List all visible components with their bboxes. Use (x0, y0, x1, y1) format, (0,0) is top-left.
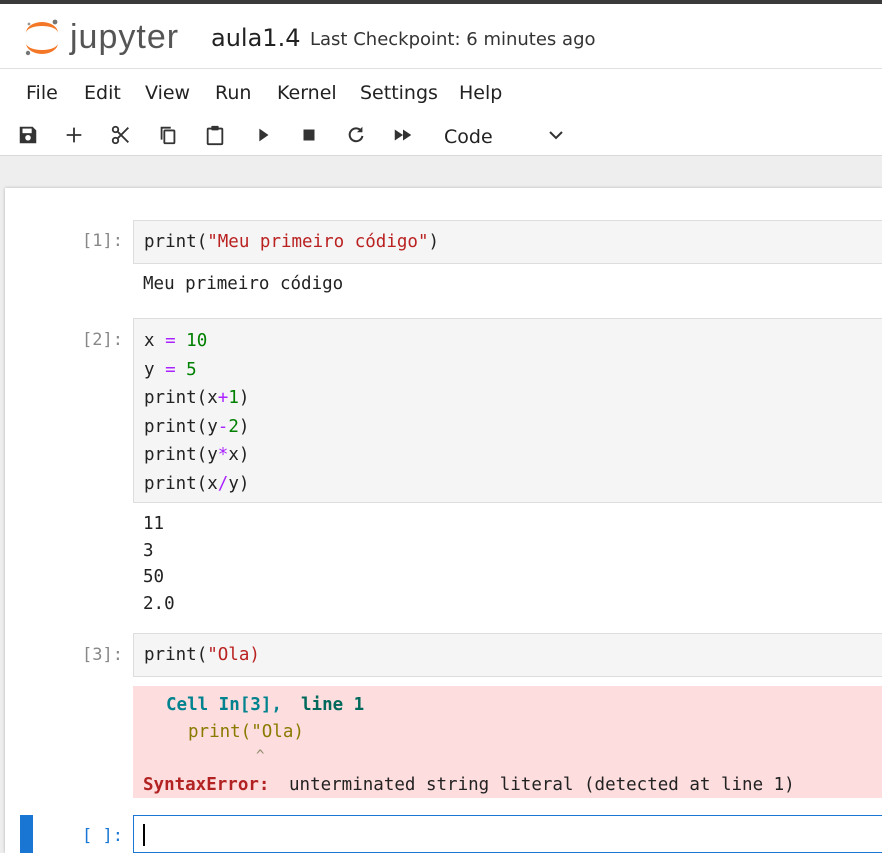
interrupt-button[interactable] (294, 120, 324, 150)
paste-button[interactable] (200, 120, 230, 150)
run-button[interactable] (248, 120, 278, 150)
run-icon (259, 128, 269, 142)
copy-button[interactable] (153, 120, 183, 150)
menu-view[interactable]: View (145, 82, 190, 104)
code-line: print(y-2) (144, 416, 250, 437)
error-name: SyntaxError: (143, 775, 270, 795)
code-string: "Ola) (207, 645, 260, 665)
traceback-source: print("Ola) (188, 722, 304, 742)
copy-icon (160, 126, 176, 145)
active-cell-indicator (20, 815, 33, 853)
menu-file[interactable]: File (26, 82, 58, 104)
cell-3-error-output: Cell In[3], line 1 print("Ola) ^ SyntaxE… (133, 686, 882, 798)
cell-type-label: Code (444, 126, 493, 148)
fast-forward-icon (394, 129, 412, 141)
traceback-caret: ^ (256, 748, 265, 764)
cell-1-output: Meu primeiro código (143, 274, 344, 294)
restart-button[interactable] (341, 120, 371, 150)
toolbar: Code (0, 114, 882, 156)
cell-3-input[interactable]: print("Ola) (133, 633, 882, 677)
code-line: print(y*x) (144, 445, 250, 465)
notebook-title[interactable]: aula1.4 (211, 24, 300, 52)
cell-2-output-line: 11 (143, 514, 165, 534)
paste-icon (206, 125, 224, 146)
jupyter-logo-icon (25, 19, 58, 56)
menu-kernel[interactable]: Kernel (277, 82, 337, 104)
jupyter-logo[interactable]: jupyter (18, 12, 193, 64)
menu-settings[interactable]: Settings (360, 82, 438, 104)
cut-button[interactable] (106, 120, 136, 150)
header: jupyter aula1.4 Last Checkpoint: 6 minut… (0, 4, 882, 68)
menubar: File Edit View Run Kernel Settings Help (0, 68, 882, 114)
stop-icon (303, 129, 315, 141)
code-line: print(x+1) (144, 388, 250, 408)
code-line: y = 5 (144, 359, 197, 380)
checkpoint-status: Last Checkpoint: 6 minutes ago (310, 29, 596, 50)
cell-4-input[interactable] (133, 815, 882, 853)
restart-run-all-button[interactable] (388, 120, 418, 150)
traceback-line-ref: line 1 (301, 695, 365, 715)
text-cursor (143, 824, 145, 846)
cell-4-prompt: [ ]: (82, 826, 123, 846)
error-message: unterminated string literal (detected at… (289, 775, 795, 795)
save-button[interactable] (13, 120, 43, 150)
add-icon (66, 127, 82, 143)
cell-1-input[interactable]: print("Meu primeiro código") (133, 220, 882, 264)
cell-2-output-line: 2.0 (143, 594, 175, 614)
code-string: "Meu primeiro código" (207, 232, 429, 252)
logo-text: jupyter (70, 18, 180, 56)
traceback-cell-ref: Cell In[3], (166, 695, 282, 715)
menu-edit[interactable]: Edit (84, 82, 121, 104)
code-line: print(x/y) (144, 473, 250, 494)
cell-2-output-line: 50 (143, 567, 165, 587)
code-paren: ) (428, 232, 440, 252)
save-icon (19, 126, 37, 144)
code-line: x = 10 (144, 331, 208, 351)
chevron-down-icon (549, 131, 563, 140)
insert-cell-button[interactable] (59, 120, 89, 150)
code-paren: ( (196, 645, 208, 665)
code-function: print (144, 645, 197, 665)
notebook-panel: [1]: print("Meu primeiro código") Meu pr… (5, 188, 882, 853)
cell-2-output-line: 3 (143, 541, 154, 561)
cell-3-prompt: [3]: (82, 645, 123, 665)
cell-2-input[interactable]: x = 10 y = 5 print(x+1) print(y-2) print(y*x… (133, 318, 882, 503)
cut-icon (111, 125, 129, 145)
menu-run[interactable]: Run (215, 82, 251, 104)
menu-help[interactable]: Help (459, 82, 502, 104)
cell-type-select[interactable]: Code (432, 119, 572, 151)
cell-2-prompt: [2]: (82, 330, 123, 350)
cell-1-prompt: [1]: (82, 231, 123, 251)
code-function: print (144, 232, 197, 252)
code-paren: ( (196, 232, 208, 252)
restart-icon (348, 126, 364, 143)
